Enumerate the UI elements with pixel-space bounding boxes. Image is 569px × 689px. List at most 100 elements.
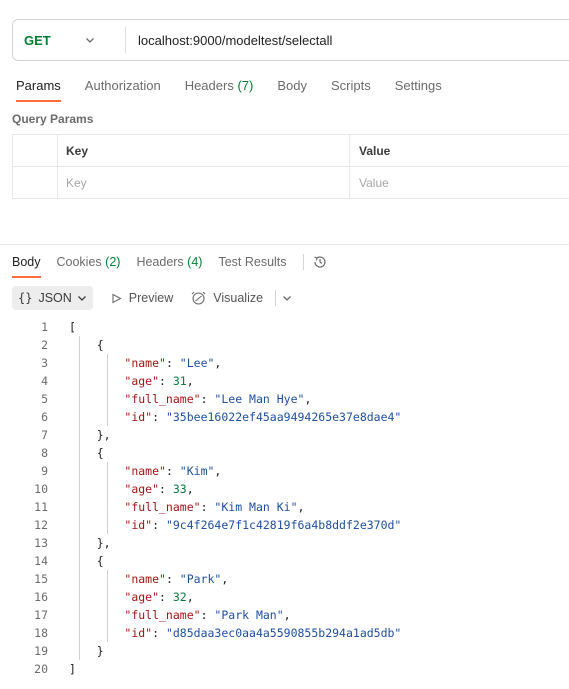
tab-settings[interactable]: Settings — [395, 78, 442, 102]
code-line: 16 "age": 32, — [0, 588, 401, 606]
query-params-table: Key Value Key Value — [12, 134, 569, 199]
code-text: "full_name": "Park Man", — [124, 608, 291, 622]
tab-body[interactable]: Body — [277, 78, 307, 102]
line-number: 16 — [34, 590, 48, 604]
tab-authorization[interactable]: Authorization — [85, 78, 161, 102]
visualize-icon — [191, 291, 206, 305]
tab-test-results[interactable]: Test Results — [218, 255, 286, 278]
code-line: 11 "full_name": "Kim Man Ki", — [0, 498, 401, 516]
play-icon — [112, 293, 122, 303]
code-text: { — [69, 338, 104, 352]
line-number: 19 — [34, 644, 48, 658]
query-params-title: Query Params — [12, 112, 94, 126]
tab-scripts[interactable]: Scripts — [331, 78, 371, 102]
key-input[interactable]: Key — [57, 166, 350, 199]
line-number: 17 — [34, 608, 48, 622]
line-number: 4 — [41, 374, 48, 388]
line-number: 8 — [41, 446, 48, 460]
tab-label: Headers — [136, 255, 184, 269]
code-text: "id": "35bee16022ef45aa9494265e37e8dae4" — [124, 410, 402, 424]
chevron-down-icon — [77, 296, 86, 301]
response-toolbar: {} JSON Preview Visualize — [12, 286, 292, 310]
code-text: [ — [69, 320, 76, 334]
response-tabs: Body Cookies (2) Headers (4) Test Result… — [12, 254, 328, 279]
line-number: 10 — [34, 482, 48, 496]
tab-label: Authorization — [84, 78, 161, 93]
history-icon[interactable] — [312, 254, 328, 270]
code-line: 6 "id": "35bee16022ef45aa9494265e37e8dae… — [0, 408, 401, 426]
code-text: ] — [69, 662, 76, 676]
tab-label: Body — [277, 78, 307, 93]
code-line: 20] — [0, 660, 401, 678]
line-number: 11 — [34, 500, 48, 514]
code-text: "name": "Lee", — [124, 356, 222, 370]
code-text: } — [69, 644, 104, 658]
table-row: Key Value — [12, 166, 569, 199]
code-line: 8 { — [0, 444, 401, 462]
code-line: 15 "name": "Park", — [0, 570, 401, 588]
line-number: 15 — [34, 572, 48, 586]
line-number: 1 — [41, 320, 48, 334]
tab-label: Cookies — [56, 255, 102, 269]
line-number: 7 — [41, 428, 48, 442]
code-line: 12 "id": "9c4f264e7f1c42819f6a4b8ddf2e37… — [0, 516, 401, 534]
code-text: "name": "Kim", — [124, 464, 222, 478]
code-text: "age": 32, — [124, 590, 194, 604]
tab-label: Body — [12, 255, 41, 269]
code-text: }, — [69, 536, 111, 550]
value-column-header: Value — [349, 134, 569, 167]
line-number: 2 — [41, 338, 48, 352]
line-number: 14 — [34, 554, 48, 568]
line-number: 6 — [41, 410, 48, 424]
code-line: 2 { — [0, 336, 401, 354]
chevron-down-icon[interactable] — [282, 293, 292, 303]
method-select[interactable]: GET — [13, 20, 113, 60]
visualize-button[interactable]: Visualize — [191, 291, 263, 306]
code-text: "id": "9c4f264e7f1c42819f6a4b8ddf2e370d" — [124, 518, 402, 532]
line-number: 20 — [34, 662, 48, 676]
code-text: "full_name": "Kim Man Ki", — [124, 500, 305, 514]
code-text: "age": 33, — [124, 482, 194, 496]
tab-label: Scripts — [330, 78, 371, 93]
tab-label: Test Results — [218, 255, 287, 269]
tab-count: (2) — [105, 255, 121, 269]
tab-label: Headers — [184, 78, 234, 93]
tab-separator — [302, 254, 304, 270]
tab-cookies[interactable]: Cookies (2) — [57, 255, 121, 278]
value-input[interactable]: Value — [349, 166, 569, 199]
tab-params[interactable]: Params — [16, 78, 61, 102]
preview-button[interactable]: Preview — [111, 291, 173, 305]
request-url-bar: GET localhost:9000/modeltest/selectall — [12, 19, 569, 61]
pane-divider[interactable] — [0, 244, 569, 245]
line-number: 12 — [34, 518, 48, 532]
tab-response-headers[interactable]: Headers (4) — [136, 255, 202, 278]
request-tabs: Params Authorization Headers (7) Body Sc… — [16, 78, 466, 102]
code-text: "name": "Park", — [124, 572, 229, 586]
code-text: "full_name": "Lee Man Hye", — [124, 392, 312, 406]
tab-response-body[interactable]: Body — [12, 255, 41, 278]
url-separator — [125, 27, 126, 53]
method-label: GET — [24, 32, 51, 48]
code-line: 3 "name": "Lee", — [0, 354, 401, 372]
format-select[interactable]: {} JSON — [12, 286, 93, 310]
key-column-header: Key — [57, 134, 350, 167]
braces-icon: {} — [18, 291, 33, 305]
response-body-code[interactable]: 1[2 {3 "name": "Lee", 4 "age": 31, 5 "full… — [0, 318, 401, 678]
row-checkbox-cell[interactable] — [12, 166, 58, 199]
code-text: { — [69, 446, 104, 460]
code-text: }, — [69, 428, 111, 442]
line-number: 18 — [34, 626, 48, 640]
tab-count: (4) — [187, 255, 203, 269]
code-line: 18 "id": "d85daa3ec0aa4a5590855b294a1ad5… — [0, 624, 401, 642]
code-line: 19 } — [0, 642, 401, 660]
code-line: 7 }, — [0, 426, 401, 444]
format-label: JSON — [38, 291, 72, 305]
tab-count: (7) — [237, 78, 254, 93]
line-number: 9 — [41, 464, 48, 478]
tab-headers[interactable]: Headers (7) — [185, 78, 254, 102]
code-line: 17 "full_name": "Park Man", — [0, 606, 401, 624]
code-text: "age": 31, — [124, 374, 194, 388]
line-number: 13 — [34, 536, 48, 550]
toolbar-separator — [275, 290, 277, 306]
url-input[interactable]: localhost:9000/modeltest/selectall — [138, 33, 332, 48]
